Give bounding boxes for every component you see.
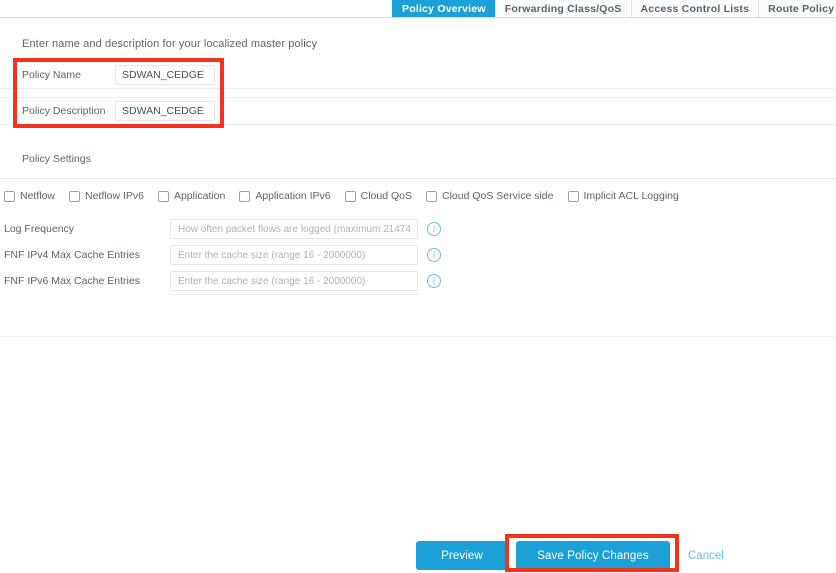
checkbox-item-application[interactable]: Application	[157, 190, 226, 202]
checkbox-item-application-ipv6[interactable]: Application IPv6	[239, 190, 331, 202]
form-row-policy-description: Policy Description	[0, 98, 836, 125]
cancel-link[interactable]: Cancel	[688, 550, 724, 562]
tab-route-policy[interactable]: Route Policy	[758, 0, 836, 17]
checkbox-label-application: Application	[173, 190, 226, 202]
policy-description-input[interactable]	[115, 101, 215, 121]
checkbox-label-cloud-qos: Cloud QoS	[360, 190, 413, 202]
policy-overview-page: Policy Overview Forwarding Class/QoS Acc…	[0, 0, 836, 573]
intro-instruction: Enter name and description for your loca…	[22, 38, 318, 50]
param-section-underline	[168, 294, 420, 295]
tab-bar-left-spacer	[0, 0, 392, 17]
param-row-log-frequency: Log Frequency i	[0, 216, 836, 242]
checkbox-implicit-acl-logging[interactable]	[567, 190, 579, 202]
policy-settings-checkbox-row: Netflow Netflow IPv6 Application Applica…	[0, 187, 836, 205]
tab-policy-overview[interactable]: Policy Overview	[392, 0, 495, 17]
save-policy-changes-button[interactable]: Save Policy Changes	[516, 541, 670, 570]
checkbox-label-netflow: Netflow	[20, 190, 56, 202]
checkbox-label-cloud-qos-service-side: Cloud QoS Service side	[442, 190, 554, 202]
checkbox-item-netflow[interactable]: Netflow	[4, 190, 55, 202]
checkbox-label-implicit-acl-logging: Implicit ACL Logging	[583, 190, 679, 202]
info-icon-log-frequency[interactable]: i	[427, 222, 441, 236]
fnf-ipv6-max-cache-entries-input[interactable]	[170, 271, 418, 291]
policy-settings-heading: Policy Settings	[22, 153, 91, 165]
checkbox-item-implicit-acl-logging[interactable]: Implicit ACL Logging	[567, 190, 679, 202]
checkbox-item-netflow-ipv6[interactable]: Netflow IPv6	[69, 190, 144, 202]
policy-description-label: Policy Description	[22, 105, 106, 117]
policy-settings-params: Log Frequency i FNF IPv4 Max Cache Entri…	[0, 216, 836, 294]
preview-button[interactable]: Preview	[416, 541, 508, 570]
form-row-divider	[0, 89, 836, 98]
policy-settings-divider	[0, 178, 836, 179]
checkbox-item-cloud-qos[interactable]: Cloud QoS	[344, 190, 413, 202]
fnf-ipv6-max-cache-entries-label: FNF IPv6 Max Cache Entries	[4, 275, 140, 287]
content-bottom-divider	[0, 336, 836, 337]
policy-name-input[interactable]	[115, 65, 215, 85]
tab-forwarding-class-qos[interactable]: Forwarding Class/QoS	[494, 0, 631, 17]
form-row-policy-name: Policy Name	[0, 62, 836, 89]
checkbox-netflow[interactable]	[4, 190, 15, 202]
fnf-ipv4-max-cache-entries-label: FNF IPv4 Max Cache Entries	[4, 249, 140, 261]
checkbox-application-ipv6[interactable]	[239, 190, 251, 202]
policy-name-label: Policy Name	[22, 69, 81, 81]
checkbox-application[interactable]	[157, 190, 169, 202]
checkbox-netflow-ipv6[interactable]	[69, 190, 81, 202]
checkbox-label-netflow-ipv6: Netflow IPv6	[85, 190, 144, 202]
action-footer: Preview Save Policy Changes Cancel	[0, 538, 836, 573]
fnf-ipv4-max-cache-entries-input[interactable]	[170, 245, 418, 265]
checkbox-cloud-qos-service-side[interactable]	[426, 190, 438, 202]
log-frequency-label: Log Frequency	[4, 223, 75, 235]
tab-access-control-lists[interactable]: Access Control Lists	[630, 0, 759, 17]
info-icon-fnf-ipv6-max-cache-entries[interactable]: i	[427, 274, 441, 288]
checkbox-label-application-ipv6: Application IPv6	[255, 190, 331, 202]
checkbox-cloud-qos[interactable]	[344, 190, 356, 202]
param-row-fnf-ipv4-max-cache-entries: FNF IPv4 Max Cache Entries i	[0, 242, 836, 268]
info-icon-fnf-ipv4-max-cache-entries[interactable]: i	[427, 248, 441, 262]
policy-identity-form: Policy Name Policy Description	[0, 62, 836, 125]
log-frequency-input[interactable]	[170, 219, 418, 239]
checkbox-item-cloud-qos-service-side[interactable]: Cloud QoS Service side	[426, 190, 554, 202]
tab-bar: Policy Overview Forwarding Class/QoS Acc…	[0, 0, 836, 18]
param-row-fnf-ipv6-max-cache-entries: FNF IPv6 Max Cache Entries i	[0, 268, 836, 294]
